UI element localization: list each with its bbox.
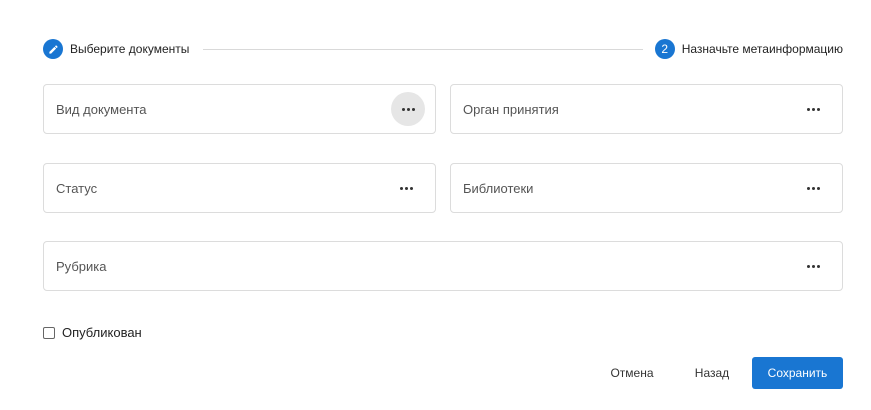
published-checkbox-row[interactable]: Опубликован (43, 325, 142, 340)
published-checkbox[interactable] (43, 326, 55, 339)
save-button[interactable]: Сохранить (752, 357, 843, 389)
more-horizontal-icon[interactable] (389, 171, 423, 205)
document-type-label: Вид документа (56, 101, 147, 117)
more-horizontal-icon[interactable] (796, 171, 830, 205)
step-select-documents-label: Выберите документы (70, 42, 190, 56)
status-label: Статус (56, 180, 98, 196)
rubric-field[interactable]: Рубрика (43, 241, 843, 291)
more-horizontal-icon[interactable] (391, 92, 425, 126)
rubric-label: Рубрика (56, 258, 107, 274)
more-horizontal-icon[interactable] (796, 92, 830, 126)
step-assign-metadata[interactable]: 2 Назначьте метаинформацию (648, 38, 843, 60)
back-button[interactable]: Назад (682, 357, 742, 389)
stepper: Выберите документы 2 Назначьте метаинфор… (43, 38, 843, 60)
libraries-label: Библиотеки (463, 180, 534, 196)
libraries-field[interactable]: Библиотеки (450, 163, 843, 213)
pencil-icon (43, 39, 63, 59)
step-select-documents[interactable]: Выберите документы (43, 38, 196, 60)
document-type-field[interactable]: Вид документа (43, 84, 436, 134)
published-label: Опубликован (62, 325, 142, 340)
status-field[interactable]: Статус (43, 163, 436, 213)
more-horizontal-icon[interactable] (796, 249, 830, 283)
step-assign-metadata-label: Назначьте метаинформацию (681, 42, 843, 56)
cancel-button[interactable]: Отмена (599, 357, 665, 389)
issuing-authority-label: Орган принятия (463, 101, 559, 117)
step-number: 2 (654, 39, 675, 59)
issuing-authority-field[interactable]: Орган принятия (450, 84, 843, 134)
stepper-line (203, 49, 643, 50)
